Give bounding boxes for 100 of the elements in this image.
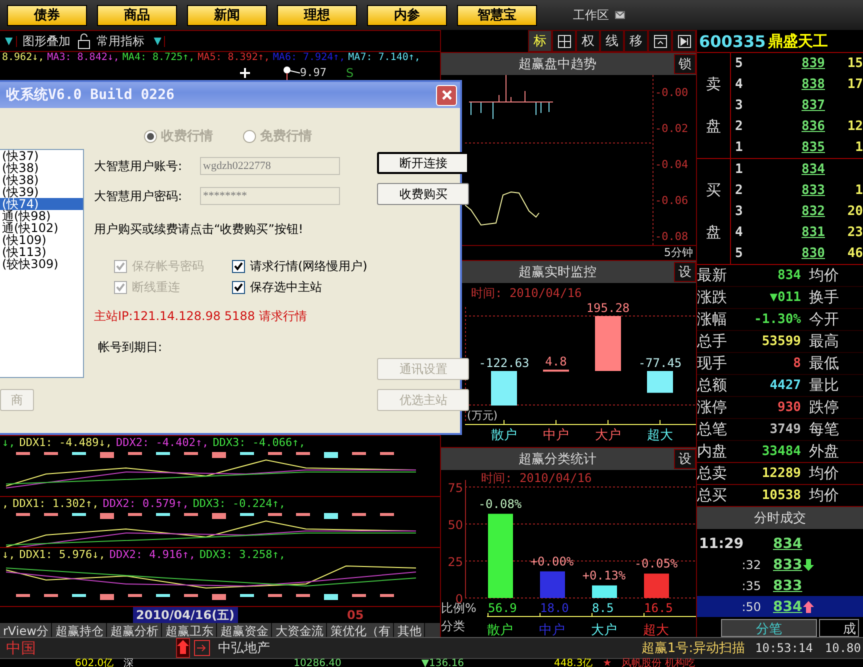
tool-button[interactable]: 移 [624, 30, 648, 52]
trade-time: :35 [740, 578, 762, 592]
tool-button[interactable]: 权 [576, 30, 600, 52]
menu-button[interactable]: 理想 [277, 4, 357, 26]
price-marker-icon [282, 65, 302, 80]
server-ip-text: 主站IP:121.14.128.98 5188 请求行情 [94, 308, 308, 325]
lock-icon[interactable] [76, 33, 91, 49]
panel-icon-button[interactable] [648, 30, 672, 52]
category-label: 超大 [643, 623, 669, 637]
price-value: 838 [800, 77, 825, 92]
trade-tab[interactable]: 分笔 [721, 619, 817, 637]
ratio-value: 18.0 [540, 601, 569, 615]
stat-label: 总卖 [697, 464, 728, 483]
trade-tab[interactable]: 成 [819, 619, 859, 637]
price-value: 837 [800, 98, 825, 113]
menu-button[interactable]: 新闻 [187, 4, 267, 26]
volume-value: 12 [847, 119, 863, 134]
volume-value: 15 [847, 56, 863, 71]
indicator-value: DDX2: 4.916↑, [109, 548, 196, 562]
menu-button[interactable]: 智慧宝 [457, 4, 537, 26]
tool-button[interactable]: 标 [528, 30, 552, 52]
cursor-date: 2010/04/16(五) [133, 607, 238, 623]
bottom-tab[interactable]: 超赢分析 [107, 623, 162, 637]
grid-icon-button[interactable] [552, 30, 576, 52]
server-item[interactable]: (快38) [0, 162, 83, 174]
trade-time: 11:29 [698, 536, 745, 552]
trade-row[interactable]: :50 834 [697, 596, 863, 617]
trade-row[interactable]: :35 833 [697, 575, 863, 596]
dropdown-button[interactable]: ▼ [2, 36, 17, 46]
server-item[interactable]: (较快309) [0, 258, 83, 270]
server-item[interactable]: 通(快98) [0, 210, 83, 222]
trade-time: :50 [740, 600, 762, 614]
unit-label: (万元) [467, 409, 498, 422]
overlay-menu[interactable]: 图形叠加 [20, 32, 73, 50]
bottom-tab[interactable]: 策优化（有 [327, 623, 394, 637]
trade-row[interactable]: 11:29 834 [697, 533, 863, 554]
bottom-tab[interactable]: 大资金流 [272, 623, 328, 637]
menu-button[interactable]: 商品 [97, 4, 177, 26]
trade-row[interactable]: :32 833 [697, 554, 863, 575]
server-item[interactable]: (快74) [0, 198, 83, 210]
market-label: 中国 [5, 638, 37, 658]
checkbox-option[interactable]: 保存选中主站 [232, 279, 368, 296]
field-label: 大智慧用户账号: [94, 158, 184, 174]
mail-icon[interactable] [615, 11, 625, 19]
settings-button[interactable]: 设 [674, 262, 696, 282]
volume-value: 46 [847, 246, 863, 261]
server-item[interactable]: (快37) [0, 150, 83, 162]
settings-button[interactable]: 设 [674, 449, 696, 469]
server-item[interactable]: 通(快102) [0, 222, 83, 234]
bar-value-label: -122.63 [478, 356, 530, 370]
stat-value: 3749 [768, 422, 801, 437]
volume-value: 1 [855, 183, 863, 198]
stat-label: 总额 [697, 376, 728, 395]
volume-value: 1 [855, 140, 863, 155]
lock-button[interactable]: 锁 [674, 54, 696, 74]
side-label: 盘 [706, 223, 721, 242]
dialog-button[interactable]: 收费购买 [377, 183, 470, 205]
stat-label: 涨跌 [697, 288, 728, 307]
category-label: 散户 [491, 428, 517, 443]
panel-icon [654, 34, 666, 48]
grid-icon [558, 34, 570, 48]
axis-label: -0.04 [655, 158, 688, 171]
crosshair-icon [240, 68, 250, 78]
server-item[interactable]: (快39) [0, 186, 83, 198]
indicator-value: DDX3: -4.066↑, [212, 436, 306, 450]
axis-label: 25 [448, 555, 463, 569]
bottom-tab[interactable]: 超赢卫东 [162, 623, 218, 637]
menu-button[interactable]: 债券 [7, 4, 87, 26]
axis-label: 75 [448, 481, 463, 495]
indicator-value: ↓, [2, 436, 16, 450]
stat-label: 总手 [697, 332, 728, 351]
panel-title: 分时成交 [754, 510, 806, 527]
bottom-tab[interactable]: 超赢持仓 [52, 623, 108, 637]
server-item[interactable]: (快109) [0, 234, 83, 246]
indicator-menu[interactable]: 常用指标 [94, 32, 147, 50]
server-item[interactable]: (快113) [0, 246, 83, 258]
ticker-item: 448.3亿 [554, 659, 593, 667]
bar-value-label: 4.8 [545, 354, 567, 369]
bottom-tab[interactable]: 其他 [394, 623, 426, 637]
workspace-label[interactable]: 工作区 [573, 6, 609, 24]
play-icon [678, 34, 690, 48]
window-title: 收系统V6.0 Build 0226 [6, 86, 176, 104]
server-item[interactable]: (快38) [0, 174, 83, 186]
exit-icon[interactable] [194, 640, 210, 656]
dialog-button[interactable]: 断开连接 [377, 152, 470, 174]
menu-button[interactable]: 内参 [367, 4, 447, 26]
category-label: 大户 [595, 428, 621, 443]
bottom-tab[interactable]: 超赢资金 [217, 623, 272, 637]
stat-label: 最高 [809, 332, 839, 351]
change-label: +0.00% [530, 554, 574, 568]
tool-button[interactable]: 线 [600, 30, 624, 52]
stat-label: 内盘 [697, 442, 728, 461]
indicator-value: DDX2: -4.402↑, [116, 436, 209, 450]
dropdown-button[interactable]: ▼ [150, 36, 166, 46]
play-icon-button[interactable] [672, 30, 696, 52]
bottom-tab[interactable]: rView分 [0, 623, 52, 637]
panel-title: 超赢实时监控 [518, 264, 598, 281]
close-button[interactable] [436, 84, 457, 106]
checkbox-option[interactable]: 请求行情(网络慢用户) [232, 258, 368, 275]
category-label: 大户 [591, 623, 617, 637]
